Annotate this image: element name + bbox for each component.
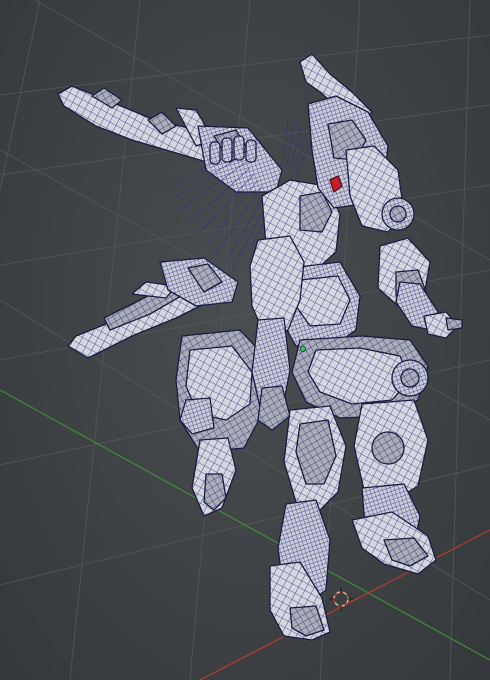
3d-cursor-icon[interactable] — [329, 587, 353, 611]
mech-model[interactable] — [57, 53, 463, 641]
left-leg[interactable] — [269, 405, 347, 641]
right-leg[interactable] — [351, 399, 437, 575]
3d-viewport[interactable] — [0, 0, 490, 680]
upper-wing[interactable] — [57, 85, 283, 193]
object-origin-icon — [299, 345, 306, 352]
viewport-scene[interactable] — [0, 0, 490, 680]
right-arm[interactable] — [395, 281, 463, 339]
